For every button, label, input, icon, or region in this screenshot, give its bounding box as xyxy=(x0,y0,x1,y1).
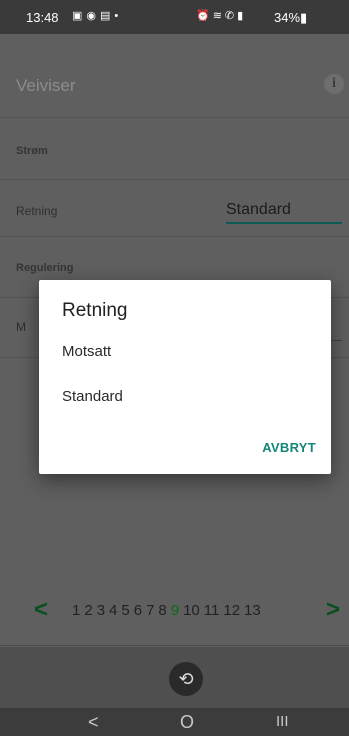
page-number-2[interactable]: 2 xyxy=(84,602,92,619)
page-navigator: < 1 2 3 4 5 6 7 8 9 10 11 12 13 > xyxy=(0,592,349,628)
alarm-icon: ⏰ xyxy=(196,10,213,22)
page-number-10[interactable]: 10 xyxy=(183,602,200,619)
page-number-9[interactable]: 9 xyxy=(171,602,179,619)
section-regulering: Regulering xyxy=(16,262,74,274)
option-standard[interactable]: Standard xyxy=(62,388,123,405)
status-left-icons: ▣◉▤• xyxy=(72,9,122,22)
page-number-6[interactable]: 6 xyxy=(134,602,142,619)
nav-home-button[interactable]: O xyxy=(180,708,194,736)
dialog-title: Retning xyxy=(62,300,128,321)
nav-back-button[interactable]: < xyxy=(88,708,99,736)
nav-recents-button[interactable]: III xyxy=(276,708,289,736)
location-icon: ◉ xyxy=(86,10,101,22)
prev-page-button[interactable]: < xyxy=(34,596,48,624)
page-number-4[interactable]: 4 xyxy=(109,602,117,619)
hidden-field-label: M xyxy=(16,320,26,334)
wifi-icon: ≋ xyxy=(212,10,225,22)
app-title: Veiviser xyxy=(16,76,76,95)
option-motsatt[interactable]: Motsatt xyxy=(62,343,111,360)
sim-icon: ▤ xyxy=(100,10,115,22)
next-page-button[interactable]: > xyxy=(326,596,340,624)
status-right-icons: ⏰≋✆▮ xyxy=(196,9,246,22)
divider xyxy=(0,236,349,237)
image-icon: ▣ xyxy=(72,10,87,22)
status-time: 13:48 xyxy=(26,10,59,25)
page-number-12[interactable]: 12 xyxy=(223,602,240,619)
dot-icon: • xyxy=(114,10,123,22)
page-number-13[interactable]: 13 xyxy=(244,602,261,619)
status-bar: 13:48 ▣◉▤• ⏰≋✆▮ 34%▮ xyxy=(0,0,349,34)
cancel-button[interactable]: AVBRYT xyxy=(262,440,316,455)
divider xyxy=(0,117,349,118)
retning-underline xyxy=(226,222,342,224)
retning-label: Retning xyxy=(16,204,58,218)
page-number-8[interactable]: 8 xyxy=(158,602,166,619)
retning-dialog: Retning Motsatt Standard AVBRYT xyxy=(39,280,331,474)
call-icon: ✆ xyxy=(224,10,238,22)
screen: 13:48 ▣◉▤• ⏰≋✆▮ 34%▮ Veiviser i Strøm Re… xyxy=(0,0,349,736)
system-nav-bar: < O III xyxy=(0,708,349,736)
battery-level: 34%▮ xyxy=(274,10,307,26)
info-icon[interactable]: i xyxy=(324,74,344,94)
retning-value[interactable]: Standard xyxy=(226,201,291,219)
section-strom: Strøm xyxy=(16,145,48,157)
page-number-5[interactable]: 5 xyxy=(121,602,129,619)
signal-icon: ▮ xyxy=(237,10,247,22)
page-number-1[interactable]: 1 xyxy=(72,602,80,619)
page-number-3[interactable]: 3 xyxy=(97,602,105,619)
app-bar: Veiviser i xyxy=(0,34,349,116)
divider xyxy=(0,645,349,646)
battery-icon: ▮ xyxy=(300,10,308,25)
divider xyxy=(0,179,349,180)
page-number-11[interactable]: 11 xyxy=(204,602,220,619)
battery-text: 34% xyxy=(274,10,301,25)
undo-icon[interactable]: ⟲ xyxy=(169,662,203,696)
page-numbers: 1 2 3 4 5 6 7 8 9 10 11 12 13 xyxy=(72,602,265,619)
page-number-7[interactable]: 7 xyxy=(146,602,154,619)
